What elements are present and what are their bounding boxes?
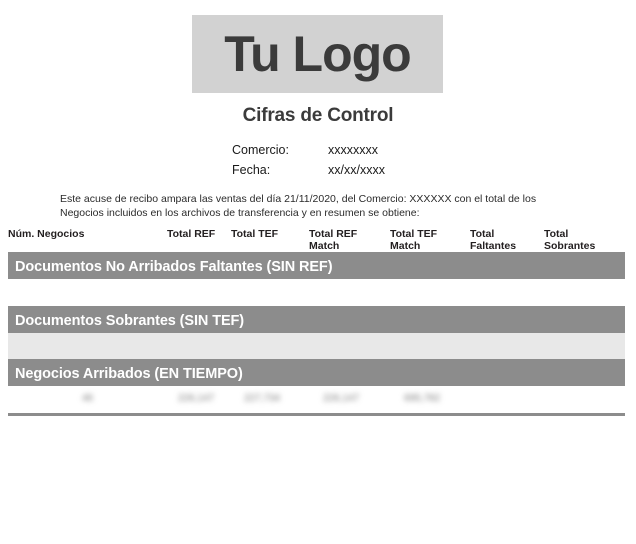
section-title-documentos-no-arribados: Documentos No Arribados Faltantes (SIN R…: [15, 258, 333, 275]
section-header-documentos-sobrantes: Documentos Sobrantes (SIN TEF): [8, 308, 625, 333]
cell-total-tef-match: 695,782: [404, 393, 441, 404]
cell-total-tef: 227,734: [244, 393, 281, 404]
table-bottom-divider: [8, 413, 625, 416]
section-header-negocios-arribados: Negocios Arribados (EN TIEMPO): [8, 361, 625, 386]
cell-total-ref-match: 226,147: [323, 393, 360, 404]
column-header-total-ref: Total REF: [167, 228, 216, 240]
document-meta: Comercio: xxxxxxxx Fecha: xx/xx/xxxx: [232, 140, 385, 180]
cell-num-negocios: 46: [82, 393, 94, 404]
logo-placeholder-box: Tu Logo: [192, 15, 443, 93]
column-header-num-negocios: Núm. Negocios: [8, 228, 85, 240]
meta-label-fecha: Fecha:: [232, 163, 271, 177]
section-2-empty-body: [8, 333, 625, 359]
column-header-total-sobrantes: Total Sobrantes: [544, 228, 596, 252]
logo-text: Tu Logo: [224, 26, 411, 82]
page-title: Cifras de Control: [242, 105, 394, 126]
table-column-headers: Núm. Negocios Total REF Total TEF Total …: [8, 228, 625, 252]
column-header-total-ref-match: Total REF Match: [309, 228, 358, 252]
receipt-description: Este acuse de recibo ampara las ventas d…: [60, 193, 537, 219]
section-title-documentos-sobrantes: Documentos Sobrantes (SIN TEF): [15, 312, 245, 329]
column-header-total-tef: Total TEF: [231, 228, 279, 240]
table-row: 46 226,147 227,734 226,147 695,782: [8, 386, 625, 413]
column-header-total-tef-match: Total TEF Match: [390, 228, 438, 252]
column-header-total-faltantes: Total Faltantes: [470, 228, 517, 252]
meta-value-comercio: xxxxxxxx: [328, 143, 378, 157]
meta-row-fecha: Fecha: xx/xx/xxxx: [232, 160, 385, 180]
meta-label-comercio: Comercio:: [232, 143, 289, 157]
meta-row-comercio: Comercio: xxxxxxxx: [232, 140, 385, 160]
section-header-documentos-no-arribados: Documentos No Arribados Faltantes (SIN R…: [8, 254, 625, 279]
section-1-empty-body: [8, 279, 625, 306]
control-figures-table: Núm. Negocios Total REF Total TEF Total …: [8, 228, 625, 416]
meta-value-fecha: xx/xx/xxxx: [328, 163, 385, 177]
section-title-negocios-arribados: Negocios Arribados (EN TIEMPO): [15, 365, 243, 382]
cell-total-ref: 226,147: [178, 393, 215, 404]
